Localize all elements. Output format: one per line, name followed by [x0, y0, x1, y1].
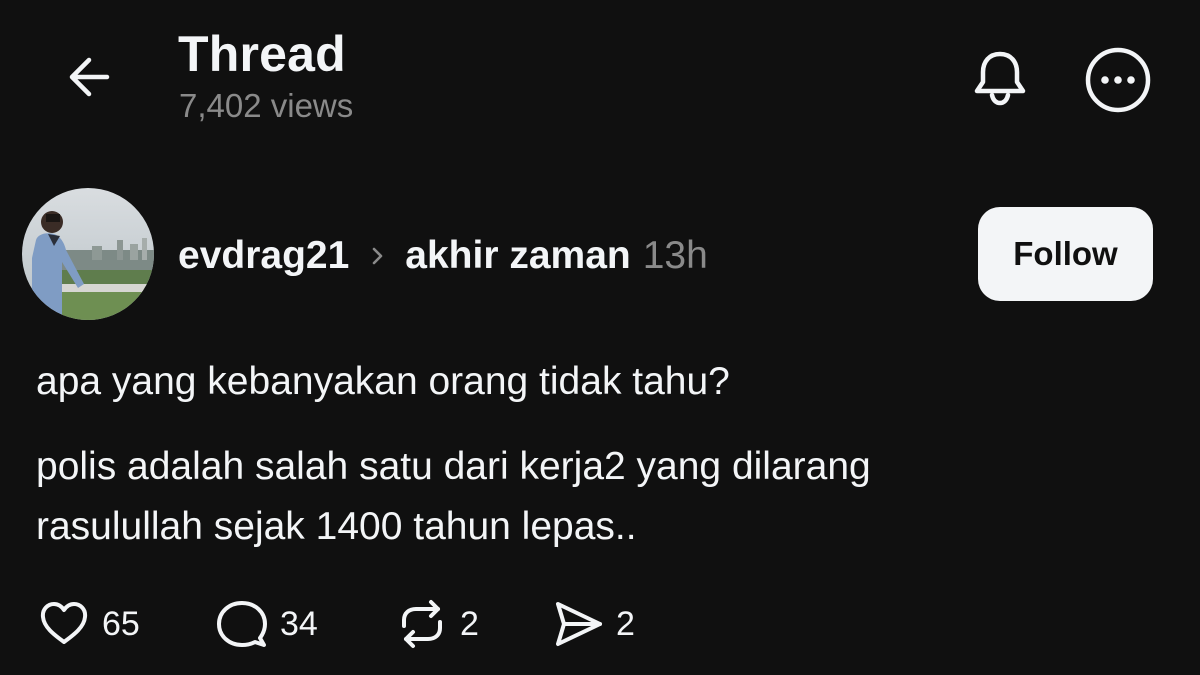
post-timestamp: 13h — [642, 234, 708, 277]
avatar-photo — [22, 188, 154, 320]
username-link[interactable]: evdrag21 — [178, 228, 349, 284]
chevron-right-icon — [349, 228, 405, 284]
like-button[interactable]: 65 — [36, 596, 140, 652]
repost-icon — [402, 600, 442, 648]
community-link[interactable]: akhir zaman — [405, 228, 630, 284]
reply-button[interactable]: 34 — [214, 596, 318, 652]
share-button[interactable]: 2 — [550, 596, 635, 652]
like-count: 65 — [102, 605, 140, 643]
post-meta: evdrag21 akhir zaman 13h — [178, 228, 708, 284]
heart-icon — [40, 602, 88, 644]
more-horizontal-icon — [1085, 47, 1151, 113]
notifications-button[interactable] — [966, 44, 1034, 112]
bell-icon — [974, 51, 1026, 106]
view-count: 7,402 views — [179, 87, 354, 124]
share-count: 2 — [616, 605, 635, 643]
avatar[interactable] — [22, 188, 154, 320]
post-question: apa yang kebanyakan orang tidak tahu? — [36, 360, 730, 403]
arrow-left-icon — [69, 57, 110, 97]
more-options-button[interactable] — [1082, 44, 1154, 116]
page-title: Thread — [178, 26, 346, 82]
reply-count: 34 — [280, 605, 318, 643]
follow-button[interactable]: Follow — [978, 207, 1153, 301]
repost-button[interactable]: 2 — [394, 596, 479, 652]
repost-count: 2 — [460, 605, 479, 643]
back-button[interactable] — [58, 46, 120, 108]
send-icon — [556, 602, 602, 646]
speech-bubble-icon — [217, 601, 267, 647]
post-body: polis adalah salah satu dari kerja2 yang… — [36, 445, 871, 548]
